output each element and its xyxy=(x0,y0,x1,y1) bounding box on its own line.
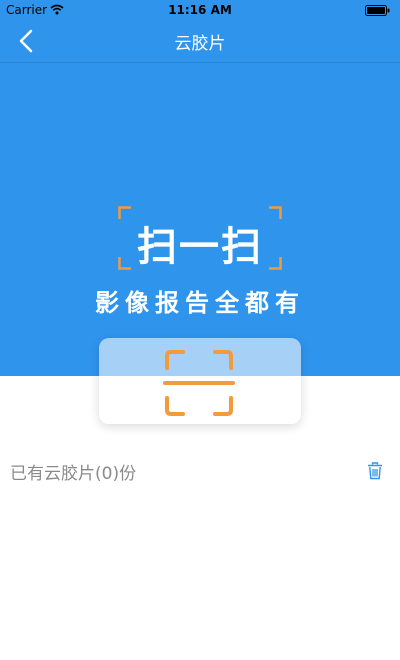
status-time: 11:16 AM xyxy=(168,3,232,17)
page-title: 云胶片 xyxy=(174,34,226,54)
scan-button[interactable] xyxy=(99,338,301,424)
scan-banner: Carrier 11:16 AM 云胶片 扫一扫 影像报告全都有 xyxy=(0,0,400,376)
scan-title: 扫一扫 xyxy=(137,224,263,270)
status-bar: Carrier 11:16 AM xyxy=(0,0,400,20)
trash-icon[interactable] xyxy=(367,462,383,480)
battery-icon xyxy=(365,5,390,16)
navigation-bar: 云胶片 xyxy=(0,20,400,63)
scan-heading: 扫一扫 xyxy=(118,206,282,270)
scan-frame-icon xyxy=(163,350,235,416)
film-count-label: 已有云胶片(0)份 xyxy=(10,464,137,484)
banner-slogan: 影像报告全都有 xyxy=(95,289,305,317)
